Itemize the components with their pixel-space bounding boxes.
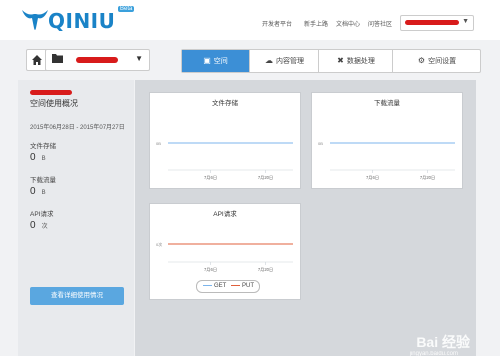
tab-space-label: 空间 bbox=[213, 58, 228, 65]
legend-item-get[interactable]: GET bbox=[203, 283, 226, 289]
x-tick-label: 7月6日 bbox=[366, 175, 379, 181]
x-tick-label: 7月20日 bbox=[420, 175, 435, 181]
chart-legend: GET PUT bbox=[196, 280, 260, 293]
toolbar: ▼ ▣ 空间 ☁ 内容管理 ✖ 数据处理 ⚙ 空间设置 bbox=[18, 44, 481, 76]
redacted-account-name bbox=[405, 20, 459, 25]
download-label: 下载流量 bbox=[30, 177, 56, 184]
gear-icon: ⚙ bbox=[417, 56, 426, 65]
storage-value: 0B bbox=[30, 152, 46, 163]
baidu-watermark-url: jingyan.baidu.com bbox=[409, 351, 458, 357]
x-tick-label: 7月20日 bbox=[258, 267, 273, 273]
chart-title: 文件存储 bbox=[212, 100, 238, 107]
api-value: 0次 bbox=[30, 220, 48, 231]
account-dropdown[interactable]: ▼ bbox=[400, 15, 474, 31]
baidu-watermark: Bai 经验 bbox=[416, 334, 470, 350]
usage-overview-title: 空间使用概况 bbox=[30, 99, 78, 108]
top-bar: QINIU Beta 开发者平台 新手上路 文档中心 问答社区 ▼ bbox=[0, 0, 500, 40]
tab-content-management[interactable]: ☁ 内容管理 bbox=[249, 50, 319, 72]
y-tick-label: 0B bbox=[318, 141, 323, 146]
api-chart: 0次 7月6日 7月20日 API请求 GET PUT bbox=[149, 203, 301, 300]
legend-item-put[interactable]: PUT bbox=[231, 283, 254, 289]
legend-get-label: GET bbox=[214, 283, 227, 289]
tab-content-label: 内容管理 bbox=[276, 58, 304, 65]
tab-space-settings[interactable]: ⚙ 空间设置 bbox=[392, 50, 481, 72]
cloud-icon: ☁ bbox=[265, 56, 273, 65]
nav-community[interactable]: 问答社区 bbox=[368, 19, 392, 28]
chart-title: API请求 bbox=[213, 211, 237, 218]
x-tick-label: 7月20日 bbox=[258, 175, 273, 181]
chevron-down-icon: ▼ bbox=[135, 54, 143, 63]
box-icon: ▣ bbox=[203, 56, 211, 65]
bucket-select[interactable]: ▼ bbox=[45, 49, 150, 71]
download-number: 0 bbox=[30, 186, 36, 197]
logo-text: QINIU bbox=[48, 9, 116, 33]
download-unit: B bbox=[41, 190, 46, 196]
charts-area: 0B 7月6日 7月20日 文件存储 0B 7月6日 7月20日 下载流量 0次 7月6日… bbox=[135, 80, 476, 357]
chevron-down-icon: ▼ bbox=[462, 18, 469, 25]
api-label: API请求 bbox=[30, 211, 54, 218]
view-usage-details-button[interactable]: 查看详细使用情况 bbox=[30, 287, 124, 305]
tools-icon: ✖ bbox=[337, 56, 344, 65]
tab-bar: ▣ 空间 ☁ 内容管理 ✖ 数据处理 ⚙ 空间设置 bbox=[181, 49, 481, 73]
x-tick-label: 7月6日 bbox=[204, 175, 217, 181]
download-value: 0B bbox=[30, 186, 46, 197]
qiniu-logo[interactable]: QINIU Beta bbox=[20, 4, 135, 34]
folder-icon bbox=[52, 53, 63, 66]
home-icon bbox=[32, 55, 42, 65]
tab-settings-label: 空间设置 bbox=[428, 58, 457, 65]
tab-space[interactable]: ▣ 空间 bbox=[182, 50, 249, 72]
api-number: 0 bbox=[30, 220, 36, 231]
legend-put-label: PUT bbox=[242, 283, 254, 289]
api-unit: 次 bbox=[41, 224, 48, 230]
tab-data-processing[interactable]: ✖ 数据处理 bbox=[318, 50, 393, 72]
usage-sidebar: 空间使用概况 2015年06月28日 - 2015年07月27日 文件存储 0B… bbox=[18, 80, 134, 356]
y-tick-label: 0B bbox=[156, 141, 161, 146]
storage-label: 文件存储 bbox=[30, 143, 56, 150]
nav-docs[interactable]: 文档中心 bbox=[336, 19, 360, 28]
chart-svg: 0B 7月6日 7月20日 bbox=[318, 141, 455, 181]
chart-svg: 0B 7月6日 7月20日 bbox=[156, 141, 293, 181]
redacted-bucket-label bbox=[30, 90, 72, 95]
download-chart: 0B 7月6日 7月20日 下载流量 bbox=[311, 92, 463, 189]
x-tick-label: 7月6日 bbox=[204, 267, 217, 273]
storage-number: 0 bbox=[30, 152, 36, 163]
nav-getting-started[interactable]: 新手上路 bbox=[304, 19, 328, 28]
date-range: 2015年06月28日 - 2015年07月27日 bbox=[30, 125, 125, 131]
chart-title: 下载流量 bbox=[374, 100, 400, 107]
nav-developer-platform[interactable]: 开发者平台 bbox=[262, 19, 292, 28]
storage-chart: 0B 7月6日 7月20日 文件存储 bbox=[149, 92, 301, 189]
bull-logo-icon bbox=[22, 10, 48, 30]
tab-data-label: 数据处理 bbox=[346, 58, 375, 65]
y-tick-label: 0次 bbox=[156, 241, 162, 247]
beta-badge: Beta bbox=[118, 6, 135, 12]
storage-unit: B bbox=[41, 156, 46, 162]
redacted-bucket-name bbox=[76, 57, 118, 63]
